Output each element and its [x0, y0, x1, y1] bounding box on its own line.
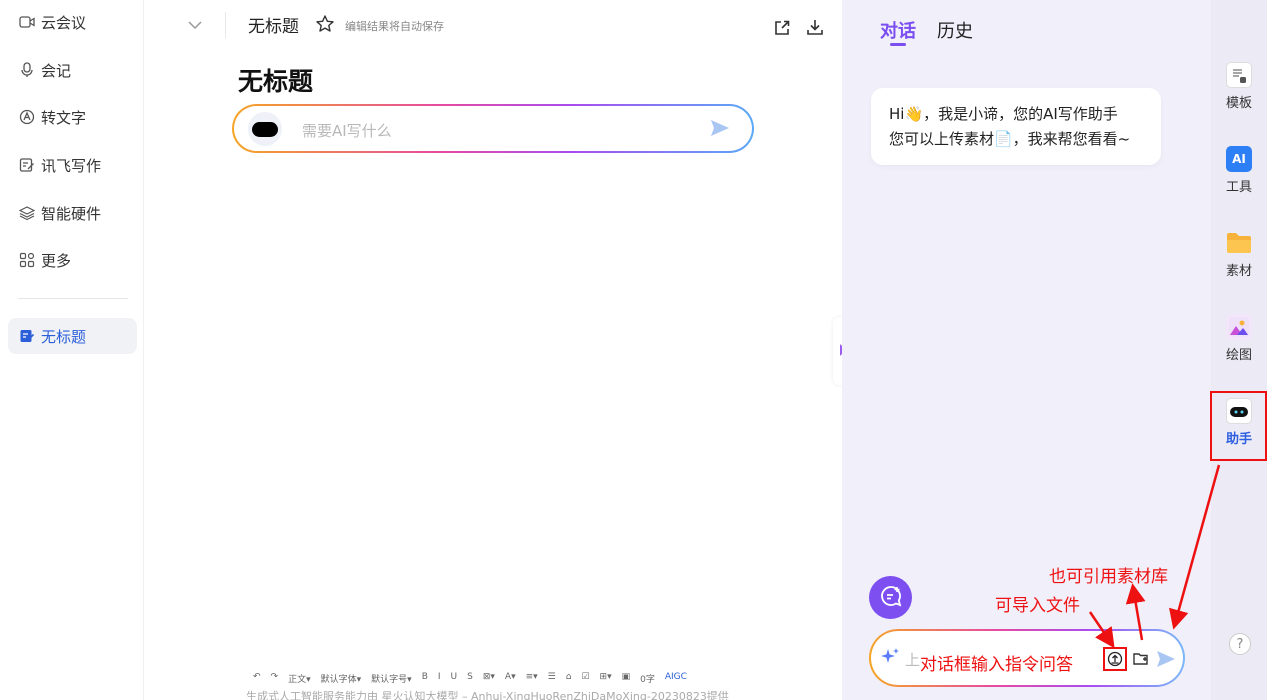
nav-item-label: 转文字 — [41, 108, 87, 127]
toolbar-divider — [225, 12, 226, 38]
checklist-button[interactable]: ☑ — [581, 672, 589, 685]
nav-item-more[interactable]: 更多 — [8, 242, 137, 278]
nav-divider — [18, 298, 128, 299]
tool-label: 模板 — [1225, 96, 1252, 111]
sparkle-icon — [879, 646, 901, 668]
paragraph-style-select[interactable]: 正文▾ — [288, 672, 311, 685]
bold-button[interactable]: B — [422, 672, 428, 685]
greeting-message: Hi👋，我是小谛，您的AI写作助手 您可以上传素材📄，我来帮您看看~ — [871, 88, 1161, 165]
layers-icon — [19, 205, 35, 221]
share-icon[interactable] — [773, 19, 791, 37]
nav-item-label: 云会议 — [41, 13, 87, 32]
clear-format-button[interactable]: ⌂ — [566, 672, 572, 685]
table-button[interactable]: ⊞▾ — [600, 672, 612, 685]
upload-file-button[interactable] — [1103, 647, 1127, 671]
editor-toolbar: 无标题 编辑结果将自动保存 — [145, 0, 841, 50]
help-button[interactable]: ? — [1229, 633, 1251, 655]
image-icon — [1226, 314, 1252, 340]
annotation-input: 对话框输入指令问答 — [920, 655, 1073, 675]
tool-ai-tools[interactable]: AI 工具 — [1211, 146, 1267, 195]
highlight-button[interactable]: ⊠▾ — [483, 672, 495, 685]
greeting-line: 您可以上传素材📄，我来帮您看看~ — [889, 130, 1131, 148]
annotation-library: 也可引用素材库 — [1049, 567, 1168, 587]
tab-chat[interactable]: 对话 — [880, 17, 916, 43]
assistant-highlight-box — [1210, 391, 1267, 461]
nav-item-label: 更多 — [41, 251, 72, 270]
underline-button[interactable]: U — [451, 672, 458, 685]
aigc-badge[interactable]: AIGC — [665, 672, 687, 685]
video-icon — [19, 14, 35, 30]
tab-history[interactable]: 历史 — [937, 17, 973, 43]
microphone-icon — [19, 62, 35, 78]
align-button[interactable]: ≡▾ — [526, 672, 538, 685]
new-chat-button[interactable] — [869, 576, 912, 619]
undo-button[interactable]: ↶ — [253, 672, 261, 685]
annotation-import: 可导入文件 — [995, 596, 1080, 616]
ai-prompt-box[interactable]: 需要AI写什么 — [232, 104, 754, 153]
nav-item-label: 智能硬件 — [41, 204, 102, 223]
font-family-select[interactable]: 默认字体▾ — [321, 672, 362, 685]
app-window: 云会议 会记 转文字 讯飞写作 智能硬件 更多 无标题 无标题 编辑结果将自动保… — [0, 0, 1267, 700]
grid-icon — [19, 252, 35, 268]
chat-input-field[interactable]: 上 — [905, 649, 920, 670]
document-edit-icon — [19, 328, 35, 344]
new-chat-icon — [880, 585, 902, 611]
redo-button[interactable]: ↷ — [271, 672, 279, 685]
word-count: 0字 — [640, 675, 655, 685]
ai-prompt-input[interactable]: 需要AI写什么 — [302, 120, 392, 141]
send-icon[interactable] — [710, 119, 730, 137]
text-convert-icon — [19, 109, 35, 125]
chevron-down-icon[interactable] — [187, 17, 203, 33]
greeting-line: Hi👋，我是小谛，您的AI写作助手 — [889, 105, 1118, 123]
ai-avatar-icon — [248, 112, 282, 146]
material-library-icon[interactable] — [1132, 650, 1150, 668]
document-heading[interactable]: 无标题 — [238, 62, 313, 98]
template-icon — [1226, 62, 1252, 88]
ai-tool-icon: AI — [1226, 146, 1252, 172]
star-icon[interactable] — [315, 14, 335, 34]
nav-item-label: 无标题 — [41, 327, 87, 346]
upload-icon — [1107, 651, 1123, 667]
nav-item-cloud-meeting[interactable]: 云会议 — [8, 4, 137, 40]
insert-image-button[interactable]: ▣ — [622, 672, 631, 685]
nav-item-writing[interactable]: 讯飞写作 — [8, 147, 137, 183]
nav-item-label: 讯飞写作 — [41, 156, 102, 175]
nav-item-transcribe[interactable]: 转文字 — [8, 99, 137, 135]
nav-item-label: 会记 — [41, 61, 72, 80]
editor-area: 无标题 编辑结果将自动保存 无标题 需要AI写什么 ↶ ↷ 正文▾ 默认字体▾ … — [145, 0, 841, 700]
tool-label: 素材 — [1225, 264, 1252, 279]
tool-label: 绘图 — [1225, 348, 1252, 363]
edit-icon — [19, 157, 35, 173]
nav-item-current-doc[interactable]: 无标题 — [8, 318, 137, 354]
autosave-note: 编辑结果将自动保存 — [345, 20, 444, 33]
tool-materials[interactable]: 素材 — [1211, 230, 1267, 279]
format-toolbar: ↶ ↷ 正文▾ 默认字体▾ 默认字号▾ B I U S ⊠▾ A▾ ≡▾ ☰ ⌂… — [253, 672, 687, 685]
font-color-button[interactable]: A▾ — [505, 672, 516, 685]
nav-item-notes[interactable]: 会记 — [8, 52, 137, 88]
list-button[interactable]: ☰ — [548, 672, 556, 685]
nav-item-hardware[interactable]: 智能硬件 — [8, 195, 137, 231]
ai-badge: AI — [1232, 152, 1246, 166]
tool-label: 工具 — [1225, 180, 1252, 195]
doc-title[interactable]: 无标题 — [248, 12, 299, 37]
active-tab-indicator — [890, 43, 906, 46]
strikethrough-button[interactable]: S — [467, 672, 473, 685]
folder-icon — [1226, 230, 1252, 256]
left-nav: 云会议 会记 转文字 讯飞写作 智能硬件 更多 无标题 — [0, 0, 144, 700]
tool-rail: 模板 AI 工具 素材 绘图 助手 ? — [1211, 0, 1267, 700]
font-size-select[interactable]: 默认字号▾ — [371, 672, 412, 685]
italic-button[interactable]: I — [438, 672, 441, 685]
footer-disclaimer: 生成式人工智能服务能力由 星火认知大模型 – Anhui-XingHuoRenZ… — [246, 690, 729, 700]
tool-template[interactable]: 模板 — [1211, 62, 1267, 111]
tool-drawing[interactable]: 绘图 — [1211, 314, 1267, 363]
download-icon[interactable] — [806, 18, 824, 36]
help-icon: ? — [1236, 636, 1244, 652]
send-icon[interactable] — [1156, 650, 1176, 668]
